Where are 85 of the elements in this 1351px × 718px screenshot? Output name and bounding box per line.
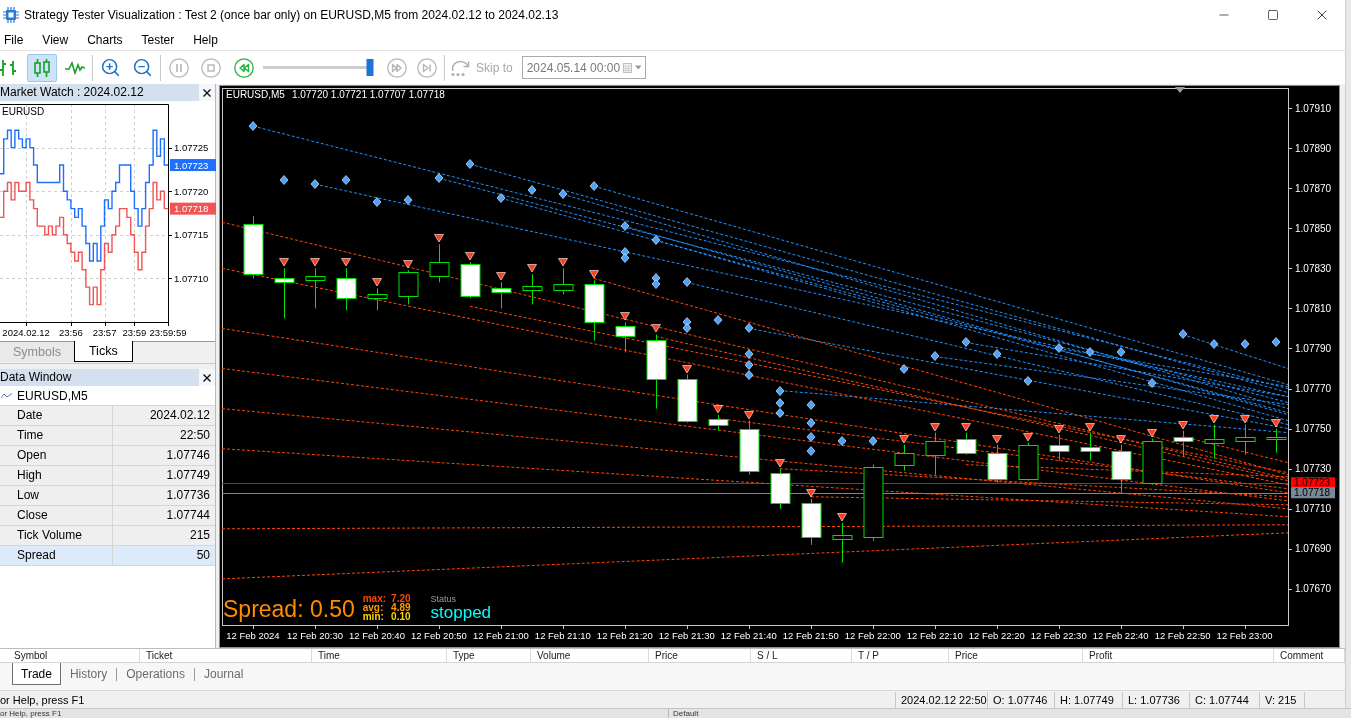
field-label: Time [0,426,113,445]
panel-title: Data Window [0,370,72,385]
status-field: 2024.02.12 22:50 [895,691,987,708]
status-text: or Help, press F1 [0,692,85,708]
time-label: 23:59:59 [149,327,187,338]
time-label: 12 Feb 22:50 [1154,630,1211,641]
time-label: 2024.02.12 [2,327,50,338]
time-label: 23:59 [122,327,147,338]
price-label: 1.07830 [1295,262,1332,274]
status-field: H: 1.07749 [1054,691,1122,708]
stat-value: 7.20 [391,594,411,603]
price-label: 1.07790 [1295,343,1332,354]
field-value: 2024.02.12 [148,407,211,424]
price-label: 1.07690 [1295,543,1332,555]
status-text: or Help, press F1 [0,709,62,718]
symbol-label: EURUSD,M5 [17,387,88,404]
stat-label: min: [362,612,385,621]
price-label: 1.07890 [1295,142,1332,154]
stat-label: avg: [362,603,385,612]
time-label: 12 Feb 21:50 [782,630,839,641]
time-label: 12 Feb 22:10 [906,630,963,641]
stat-value: 4.89 [391,603,411,612]
time-label: 23:57 [92,327,117,338]
chart-symbol: EURUSD,M5 [226,89,285,101]
time-label: 12 Feb 22:00 [844,630,901,641]
time-label: 12 Feb 20:30 [286,630,343,641]
chart-symbol: EURUSD [2,106,45,117]
status-field: V: 215 [1259,691,1304,708]
price-label: 1.07870 [1295,182,1332,194]
ref-line-label: 1.07723 [1294,477,1331,489]
price-tag: 1.07718 [1291,487,1335,499]
time-label: 12 Feb 21:30 [658,630,715,641]
price-label: 1.07720 [174,185,209,197]
field-label: Date [0,406,113,425]
time-label: 12 Feb 2024 [226,630,280,641]
field-label: Open [0,446,113,465]
stat-value: 0.10 [391,612,411,621]
time-label: 12 Feb 23:00 [1216,630,1273,641]
window-title: Strategy Tester Visualization : Test 2 (once bar only) on EURUSD,M5 from 2024.02.12 to 2024.02.13 [24,7,559,23]
time-label: 12 Feb 21:00 [472,630,529,641]
time-label: 12 Feb 21:20 [596,630,653,641]
field-label: Spread [0,546,113,565]
field-label: Low [0,486,113,505]
status-field: C: 1.07744 [1189,691,1259,708]
field-value: 1.07744 [165,507,211,524]
price-label: 1.07770 [1295,383,1332,395]
time-label: 12 Feb 20:50 [410,630,467,641]
price-label: 1.07730 [1295,463,1332,475]
time-label: 12 Feb 22:30 [1030,630,1087,641]
price-label: 1.07670 [1295,583,1332,595]
stat-label: max: [362,594,387,603]
status-field: L: 1.07736 [1122,691,1189,708]
status-field: O: 1.07746 [987,691,1054,708]
field-label: High [0,466,113,485]
status-label: Status [430,594,457,604]
price-label: 1.07725 [174,142,209,154]
field-value: 1.07736 [165,487,211,504]
price-label: 1.07715 [174,229,209,241]
price-label: 1.07710 [1295,503,1332,515]
field-label: Close [0,506,113,525]
field-value: 50 [195,547,211,564]
panel-title: Market Watch : 2024.02.12 [0,85,144,100]
status-text: Default [668,709,699,718]
field-value: 1.07746 [165,447,211,464]
field-value: 22:50 [178,427,211,444]
time-label: 12 Feb 21:40 [720,630,777,641]
ohlc-values: 1.07720 1.07721 1.07707 1.07718 [291,89,445,101]
ref-line-label: 1.07718 [1294,487,1331,499]
time-label: 12 Feb 20:40 [348,630,405,641]
time-label: 12 Feb 22:20 [968,630,1025,641]
time-label: 12 Feb 22:40 [1092,630,1149,641]
price-tag: 1.07723 [170,159,216,172]
price-label: 1.07750 [1295,423,1332,435]
time-label: 23:56 [59,327,83,338]
spread-readout: Spread: 0.50 [223,596,355,622]
price-label: 1.07810 [1295,302,1332,314]
field-value: 215 [188,527,211,544]
status-value: stopped [430,604,492,622]
price-label: 1.07910 [1295,102,1332,114]
price-tag: 1.07718 [170,202,216,215]
field-label: Tick Volume [0,526,113,545]
price-label: 1.07850 [1295,222,1332,234]
time-label: 12 Feb 21:10 [534,630,591,641]
price-label: 1.07710 [174,272,209,284]
field-value: 1.07749 [165,467,211,484]
